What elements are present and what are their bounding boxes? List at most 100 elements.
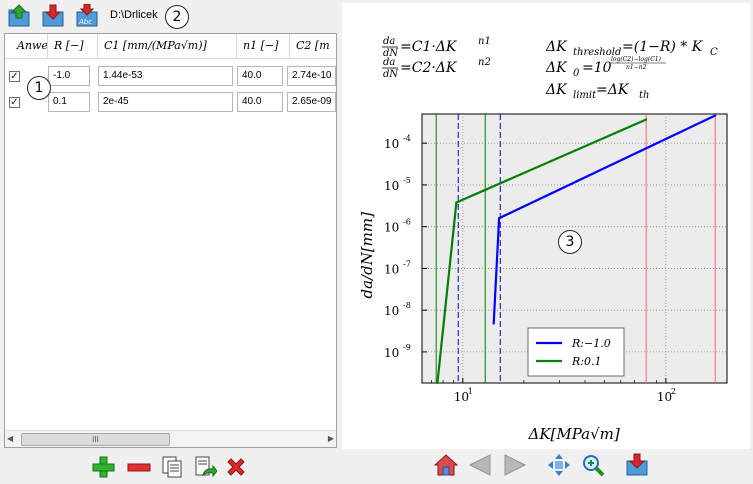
series-2-point-2 xyxy=(455,201,458,204)
back-arrow-icon xyxy=(468,454,491,476)
eq2-lhs-text: =C2·ΔK xyxy=(400,60,458,76)
row-2-c2-field[interactable]: 2.65e-09 xyxy=(287,92,336,112)
delete-x-icon xyxy=(227,458,245,476)
scroll-right-arrow-icon[interactable]: ▶ xyxy=(328,434,334,443)
row-1-enable-checkbox[interactable]: ✓ xyxy=(9,71,20,82)
callout-badge-1: 1 xyxy=(27,76,51,100)
row-1-c2-field[interactable]: 2.74e-10 xyxy=(287,66,336,86)
y-tick-label: 10 xyxy=(384,137,399,151)
delete-button[interactable] xyxy=(223,454,249,480)
folder-up-icon xyxy=(8,4,30,27)
series-2-point-3 xyxy=(645,118,648,121)
y-tick-exponent: -9 xyxy=(403,343,411,352)
callout-badge-2: 2 xyxy=(165,5,189,29)
row-2-n1-field[interactable]: 40.0 xyxy=(237,92,283,112)
row-1-r-field[interactable]: -1.0 xyxy=(48,66,90,86)
plus-icon xyxy=(92,456,115,478)
forward-arrow-icon xyxy=(504,454,527,476)
series-1-point-2 xyxy=(498,217,501,220)
y-tick-label: 10 xyxy=(384,221,399,235)
series-2-point-1 xyxy=(436,381,439,385)
save-figure-button[interactable] xyxy=(624,452,650,478)
k0-sub: 0 xyxy=(573,68,580,79)
zoom-icon xyxy=(583,455,605,477)
scroll-left-arrow-icon[interactable]: ◀ xyxy=(7,434,13,443)
y-tick-label: 10 xyxy=(384,262,399,276)
eq1-exponent: n1 xyxy=(478,36,491,47)
legend-box xyxy=(527,327,625,377)
x-tick-label: 10 xyxy=(454,390,469,404)
svg-text:Abc: Abc xyxy=(78,18,92,26)
minus-icon xyxy=(127,463,151,472)
eq2-frac-den: dN xyxy=(383,69,399,80)
limit-rhs-sub: th xyxy=(639,90,649,101)
back-view-button[interactable] xyxy=(467,452,493,478)
fatigue-crack-growth-chart: da dN =C1·ΔK n1 da dN =C2·ΔK n2 ΔK thres… xyxy=(358,36,728,443)
save-text-button[interactable]: Abc xyxy=(74,3,100,29)
y-axis-label: da/dN[mm] xyxy=(358,212,376,299)
y-tick-label: 10 xyxy=(384,346,399,360)
column-header-c1[interactable]: C1 [mm/(MPa√m)] xyxy=(98,34,237,58)
x-tick-exponent: 2 xyxy=(671,387,676,396)
horizontal-scrollbar[interactable]: ◀ III ▶ xyxy=(5,430,336,447)
threshold-rhs: =(1−R) * K xyxy=(622,39,704,55)
column-header-c2[interactable]: C2 [m xyxy=(290,34,336,58)
limit-sub: limit xyxy=(573,90,597,101)
row-1-c1-field[interactable]: 1.44e-53 xyxy=(98,66,233,86)
plot-canvas: da dN =C1·ΔK n1 da dN =C2·ΔK n2 ΔK thres… xyxy=(342,3,750,449)
x-axis-label: ΔK[MPa√m] xyxy=(528,425,620,443)
k0-exp-num: log(C2)−log(C1) xyxy=(611,56,662,63)
pan-button[interactable] xyxy=(546,452,572,478)
eq1-lhs-text: =C1·ΔK xyxy=(400,39,458,55)
load-file-button[interactable] xyxy=(6,3,32,29)
column-header-n1[interactable]: n1 [−] xyxy=(237,34,290,58)
working-directory-label: D:\Drlicek xyxy=(110,9,158,21)
home-view-button[interactable] xyxy=(433,452,459,478)
k0-lhs: ΔK xyxy=(545,60,568,76)
y-tick-label: 10 xyxy=(384,179,399,193)
threshold-lhs: ΔK xyxy=(545,39,568,55)
add-row-button[interactable] xyxy=(90,454,116,480)
row-2-enable-checkbox[interactable]: ✓ xyxy=(9,97,20,108)
y-tick-exponent: -6 xyxy=(403,218,411,227)
row-1-n1-field[interactable]: 40.0 xyxy=(237,66,283,86)
column-header-anwe[interactable]: Anwe xyxy=(5,34,48,58)
callout-badge-3: 3 xyxy=(558,230,582,254)
copy-row-button[interactable] xyxy=(159,454,185,480)
eq1-rhs: C1·ΔK xyxy=(412,39,458,55)
k0-exp-den: n1−n2 xyxy=(626,64,647,71)
export-button[interactable] xyxy=(192,454,218,480)
copy-icon xyxy=(162,456,182,478)
eq1-frac-num: da xyxy=(383,36,395,47)
row-2-r-field[interactable]: 0.1 xyxy=(48,92,90,112)
column-header-r[interactable]: R [−] xyxy=(48,34,98,58)
save-figure-icon xyxy=(626,453,648,476)
y-tick-exponent: -4 xyxy=(403,134,411,143)
zoom-button[interactable] xyxy=(580,452,606,478)
x-tick-label: 10 xyxy=(657,390,672,404)
eq2-rhs: C2·ΔK xyxy=(412,60,458,76)
export-icon xyxy=(195,456,217,478)
limit-lhs: ΔK xyxy=(545,82,568,98)
forward-view-button[interactable] xyxy=(502,452,528,478)
save-button[interactable] xyxy=(40,3,66,29)
eq2-exponent: n2 xyxy=(478,57,491,68)
parameter-table: Anwe R [−] C1 [mm/(MPa√m)] n1 [−] C2 [m … xyxy=(4,33,337,448)
threshold-rhs-sub: C xyxy=(710,47,718,58)
y-tick-exponent: -5 xyxy=(403,176,411,185)
scrollbar-thumb[interactable]: III xyxy=(21,433,170,446)
remove-row-button[interactable] xyxy=(126,454,152,480)
y-tick-label: 10 xyxy=(384,304,399,318)
limit-rhs: =ΔK xyxy=(596,82,630,98)
series-1-point-3 xyxy=(714,114,717,117)
k0-rhs: =10 xyxy=(582,60,612,76)
y-tick-exponent: -7 xyxy=(403,259,411,268)
legend-label-2: R:0.1 xyxy=(571,355,601,368)
home-icon xyxy=(434,454,458,476)
pan-icon xyxy=(548,454,570,476)
x-tick-exponent: 1 xyxy=(468,387,473,396)
series-1-point-1 xyxy=(492,322,495,325)
legend-label-1: R:−1.0 xyxy=(571,337,611,350)
row-2-c1-field[interactable]: 2e-45 xyxy=(98,92,233,112)
table-header: Anwe R [−] C1 [mm/(MPa√m)] n1 [−] C2 [m xyxy=(5,34,336,59)
